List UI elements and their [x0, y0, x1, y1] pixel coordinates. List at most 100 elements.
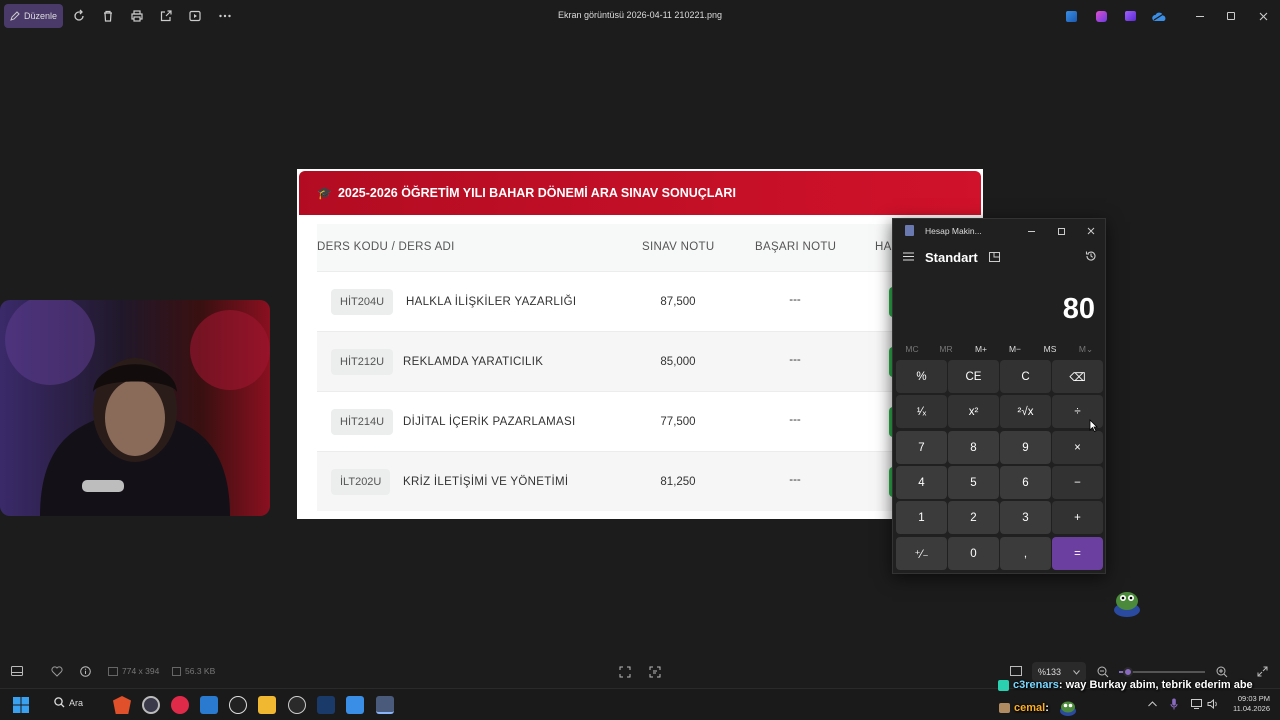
taskbar-clock[interactable]: 09:03 PM 11.04.2026 [1226, 694, 1270, 714]
image-size-icon [108, 666, 118, 676]
digit-8-button[interactable]: 8 [948, 431, 999, 464]
negate-button[interactable]: ⁺⁄₋ [896, 537, 947, 570]
print-icon[interactable] [129, 8, 145, 24]
brave-browser-icon[interactable] [113, 696, 131, 714]
clock-time: 09:03 PM [1237, 694, 1270, 703]
table-row: İLT202U KRİZ İLETİŞİMİ VE YÖNETİMİ 81,25… [317, 451, 977, 511]
minimize-icon[interactable] [1192, 8, 1208, 24]
disk-icon [172, 666, 181, 676]
digit-5-button[interactable]: 5 [948, 466, 999, 499]
table-row: HİT214U DİJİTAL İÇERİK PAZARLAMASI 77,50… [317, 391, 977, 451]
actual-size-icon[interactable] [1010, 666, 1022, 676]
history-icon[interactable] [1085, 250, 1097, 262]
windows-start-icon[interactable] [13, 697, 29, 713]
minimize-icon[interactable] [1025, 225, 1037, 237]
memory-store-button[interactable]: MS [1035, 344, 1065, 354]
backspace-button[interactable]: ⌫ [1052, 360, 1103, 393]
designer-icon[interactable] [1093, 8, 1109, 24]
digit-9-button[interactable]: 9 [1000, 431, 1051, 464]
digit-1-button[interactable]: 1 [896, 501, 947, 534]
close-icon[interactable] [1085, 225, 1097, 237]
frog-sticker-icon [1112, 588, 1142, 618]
fullscreen-icon[interactable] [1257, 666, 1268, 677]
microphone-icon[interactable] [1170, 698, 1178, 710]
clock-date: 11.04.2026 [1233, 704, 1270, 713]
zoom-slider-thumb[interactable] [1122, 667, 1133, 677]
square-root-button[interactable]: ²√x [1000, 395, 1051, 428]
photo-edit-icon[interactable] [1063, 8, 1079, 24]
zoom-out-icon[interactable] [1097, 666, 1109, 678]
monitor-icon[interactable] [1191, 699, 1202, 709]
reciprocal-button[interactable]: ¹⁄ₓ [896, 395, 947, 428]
graduation-cap-icon: 🎓 [317, 186, 332, 200]
streamer-silhouette [5, 300, 270, 516]
share-icon[interactable] [158, 8, 174, 24]
chat-message: cemal: [1014, 702, 1049, 714]
table-row: HİT204U HALKLA İLİŞKİLER YAZARLIĞI 87,50… [317, 271, 977, 331]
exam-score: 77,500 [660, 416, 696, 428]
memory-clear-button[interactable]: MC [897, 344, 927, 354]
course-name: DİJİTAL İÇERİK PAZARLAMASI [403, 416, 576, 428]
rotate-icon[interactable] [71, 8, 87, 24]
file-explorer-icon[interactable] [258, 696, 276, 714]
steam-icon[interactable] [317, 696, 335, 714]
chat-badge-icon [999, 703, 1010, 713]
edit-label: Düzenle [23, 11, 58, 21]
course-name: REKLAMDA YARATICILIK [403, 356, 544, 368]
threads-icon[interactable] [229, 696, 247, 714]
success-score: --- [789, 354, 801, 366]
calculator-taskbar-icon[interactable] [376, 696, 394, 714]
digit-6-button[interactable]: 6 [1000, 466, 1051, 499]
clear-button[interactable]: C [1000, 360, 1051, 393]
exam-results-image: 🎓 2025-2026 ÖĞRETİM YILI BAHAR DÖNEMİ AR… [297, 169, 983, 519]
taskbar-search-button[interactable]: Ara [54, 697, 83, 708]
digit-7-button[interactable]: 7 [896, 431, 947, 464]
digit-0-button[interactable]: 0 [948, 537, 999, 570]
course-code: HİT214U [331, 409, 394, 435]
delete-icon[interactable] [100, 8, 116, 24]
memory-add-button[interactable]: M+ [966, 344, 996, 354]
close-icon[interactable] [1255, 8, 1271, 24]
equals-button[interactable]: = [1052, 537, 1103, 570]
chat-text: : way Burkay abim, tebrik ederim abe [1058, 679, 1253, 691]
zoom-in-icon[interactable] [1216, 666, 1228, 678]
more-options-icon[interactable] [217, 8, 233, 24]
scan-text-icon[interactable] [649, 666, 661, 678]
square-button[interactable]: x² [948, 395, 999, 428]
onedrive-icon[interactable] [1151, 8, 1167, 24]
chatgpt-icon[interactable] [142, 696, 160, 714]
slideshow-icon[interactable] [187, 8, 203, 24]
media-player-icon[interactable] [171, 696, 189, 714]
hamburger-menu-icon[interactable] [903, 252, 914, 261]
memory-list-button[interactable]: M⌄ [1071, 344, 1101, 355]
calculator-window: Hesap Makin... Standart 80 MC MR M+ M− M… [892, 218, 1106, 574]
favorite-heart-icon[interactable] [51, 666, 63, 677]
file-size: 56.3 KB [172, 666, 215, 676]
photos-icon[interactable] [200, 696, 218, 714]
memory-recall-button[interactable]: MR [931, 344, 961, 354]
subtract-button[interactable]: − [1052, 466, 1103, 499]
maximize-icon[interactable] [1223, 8, 1239, 24]
photo-editor-icon[interactable] [346, 696, 364, 714]
obs-icon[interactable] [288, 696, 306, 714]
info-icon[interactable] [80, 666, 91, 677]
results-header: 🎓 2025-2026 ÖĞRETİM YILI BAHAR DÖNEMİ AR… [299, 171, 981, 215]
clipchamp-icon[interactable] [1122, 8, 1138, 24]
multiply-button[interactable]: × [1052, 431, 1103, 464]
digit-3-button[interactable]: 3 [1000, 501, 1051, 534]
filmstrip-icon[interactable] [11, 666, 23, 676]
keep-on-top-icon[interactable] [989, 252, 1000, 262]
fit-to-window-icon[interactable] [619, 666, 631, 678]
digit-2-button[interactable]: 2 [948, 501, 999, 534]
memory-subtract-button[interactable]: M− [1000, 344, 1030, 354]
digit-4-button[interactable]: 4 [896, 466, 947, 499]
decimal-button[interactable]: , [1000, 537, 1051, 570]
add-button[interactable]: + [1052, 501, 1103, 534]
volume-icon[interactable] [1207, 699, 1219, 709]
chevron-up-icon[interactable] [1148, 701, 1157, 707]
zoom-slider[interactable] [1119, 667, 1205, 677]
clear-entry-button[interactable]: CE [948, 360, 999, 393]
maximize-icon[interactable] [1055, 225, 1067, 237]
percent-button[interactable]: % [896, 360, 947, 393]
edit-button[interactable]: Düzenle [4, 4, 63, 28]
